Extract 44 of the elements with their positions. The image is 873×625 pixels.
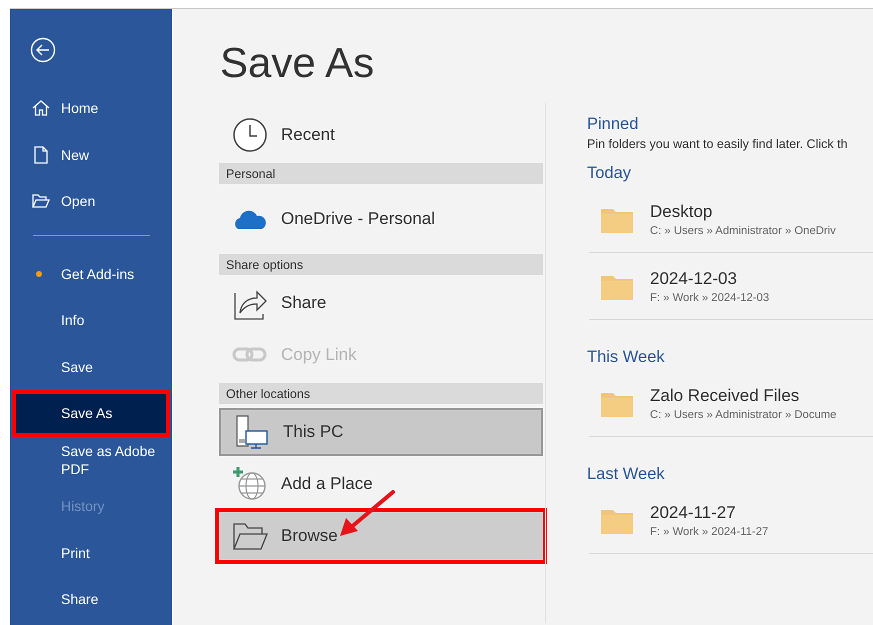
sidebar-item[interactable]: Print [10,530,172,576]
location-item[interactable]: Add a Place [219,460,543,508]
pinned-hint: Pin folders you want to easily find later. Click th [587,137,849,151]
sidebar-item[interactable]: Save [10,344,172,390]
sidebar-item[interactable]: Save As [12,390,170,436]
sidebar-item[interactable]: Get Add-ins [10,250,172,297]
globe-add-icon [232,466,268,502]
section-heading: Pinned [587,114,640,135]
folder-path: C: » Users » Administrator » Docume [650,408,836,420]
section-heading: Last Week [587,464,666,485]
folder-path: F: » Work » 2024-11-27 [650,526,768,538]
folder-path: C: » Users » Administrator » OneDriv [650,224,836,236]
sidebar-item[interactable]: New [10,132,172,178]
sidebar-item[interactable]: Save as Adobe PDF [10,436,172,483]
home-icon [30,98,50,118]
folder-name: 2024-12-03 [650,268,738,288]
location-item[interactable]: Browse [219,512,543,560]
section-header: Other locations [219,383,543,404]
folder-item[interactable]: 2024-11-27 F: » Work » 2024-11-27 [589,487,873,554]
folder-name: 2024-11-27 [650,502,737,522]
location-item[interactable]: Share [219,279,543,327]
annotation-arrow [337,489,397,539]
location-item[interactable]: OneDrive - Personal [219,188,543,250]
folder-item[interactable]: Desktop C: » Users » Administrator » OneDriv [589,186,873,253]
section-header: Personal [219,163,543,184]
folder-item[interactable]: 2024-12-03 F: » Work » 2024-12-03 [589,253,873,320]
sidebar-item[interactable]: Open [10,178,172,224]
page-title: Save As [220,39,376,88]
location-item[interactable]: Recent [219,111,543,159]
section-header: Share options [219,254,543,275]
computer-icon [234,414,270,450]
clock-icon [232,117,268,153]
folder-name: Desktop [650,202,714,222]
sidebar-item[interactable]: Home [10,85,172,132]
folder-path: F: » Work » 2024-12-03 [650,292,770,304]
folder-item[interactable]: Zalo Received Files C: » Users » Administrator » Docume [589,370,873,437]
folder-icon [232,521,268,551]
location-item[interactable]: This PC [219,408,543,456]
back-icon[interactable] [30,37,56,63]
section-heading: This Week [587,347,666,368]
folder-name: Zalo Received Files [650,386,800,406]
section-heading: Today [587,163,632,184]
sidebar-item[interactable]: Share [10,576,172,622]
sidebar-item[interactable]: Info [10,297,172,344]
